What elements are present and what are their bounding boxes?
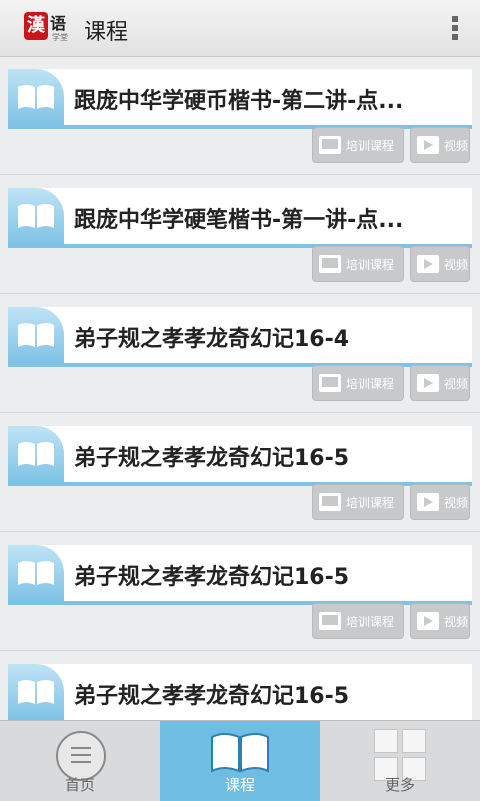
video-play-icon bbox=[417, 136, 439, 154]
video-play-icon bbox=[417, 255, 439, 273]
book-icon bbox=[8, 307, 64, 363]
course-card[interactable]: 弟子规之孝孝龙奇幻记16-4 培训课程 视频 bbox=[0, 295, 480, 414]
training-label: 培训课程 bbox=[346, 257, 395, 272]
course-card[interactable]: 弟子规之孝孝龙奇幻记16-5 bbox=[0, 652, 480, 720]
book-icon bbox=[8, 545, 64, 601]
training-label: 培训课程 bbox=[346, 614, 395, 629]
video-label: 视频 bbox=[444, 257, 469, 272]
course-title-band[interactable]: 跟庞中华学硬币楷书-第二讲-点... bbox=[8, 69, 472, 129]
course-title-band[interactable]: 弟子规之孝孝龙奇幻记16-5 bbox=[8, 545, 472, 605]
book-icon bbox=[8, 69, 64, 125]
video-play-icon bbox=[417, 612, 439, 630]
training-label: 培训课程 bbox=[346, 376, 395, 391]
tab-more-label: 更多 bbox=[384, 776, 415, 794]
logo-subtext: 学堂 bbox=[52, 33, 68, 42]
training-label: 培训课程 bbox=[346, 138, 395, 153]
video-play-icon bbox=[417, 493, 439, 511]
course-title-band[interactable]: 跟庞中华学硬笔楷书-第一讲-点... bbox=[8, 188, 472, 248]
page-title: 课程 bbox=[84, 20, 129, 45]
logo-mark: 漢 bbox=[24, 12, 48, 40]
training-course-button[interactable]: 培训课程 bbox=[312, 246, 404, 282]
training-course-button[interactable]: 培训课程 bbox=[312, 127, 404, 163]
tab-courses-label: 课程 bbox=[224, 776, 255, 794]
blackboard-icon bbox=[319, 612, 341, 630]
divider bbox=[0, 412, 480, 413]
training-label: 培训课程 bbox=[346, 495, 395, 510]
blackboard-icon bbox=[319, 374, 341, 392]
course-title: 弟子规之孝孝龙奇幻记16-5 bbox=[74, 565, 350, 590]
course-title: 跟庞中华学硬笔楷书-第一讲-点... bbox=[74, 208, 404, 233]
course-card[interactable]: 弟子规之孝孝龙奇幻记16-5 培训课程 视频 bbox=[0, 533, 480, 652]
training-course-button[interactable]: 培训课程 bbox=[312, 365, 404, 401]
divider bbox=[0, 174, 480, 175]
course-title-band[interactable]: 弟子规之孝孝龙奇幻记16-4 bbox=[8, 307, 472, 367]
course-title-band[interactable]: 弟子规之孝孝龙奇幻记16-5 bbox=[8, 426, 472, 486]
course-list[interactable]: 跟庞中华学硬币楷书-第二讲-点... 培训课程 视频 跟庞中华学硬笔楷书-第一讲… bbox=[0, 57, 480, 720]
training-course-button[interactable]: 培训课程 bbox=[312, 603, 404, 639]
tab-home[interactable]: 首页 bbox=[0, 721, 160, 801]
course-title: 跟庞中华学硬币楷书-第二讲-点... bbox=[74, 89, 404, 114]
top-app-bar: 漢 语 学堂 课程 bbox=[0, 0, 480, 57]
video-button[interactable]: 视频 bbox=[410, 246, 470, 282]
course-card[interactable]: 跟庞中华学硬币楷书-第二讲-点... 培训课程 视频 bbox=[0, 57, 480, 176]
open-book-icon bbox=[211, 733, 269, 773]
video-button[interactable]: 视频 bbox=[410, 365, 470, 401]
bottom-tab-bar: 首页 课程 更多 bbox=[0, 720, 480, 801]
video-button[interactable]: 视频 bbox=[410, 484, 470, 520]
course-card[interactable]: 弟子规之孝孝龙奇幻记16-5 培训课程 视频 bbox=[0, 414, 480, 533]
video-button[interactable]: 视频 bbox=[410, 603, 470, 639]
divider bbox=[0, 531, 480, 532]
course-card[interactable]: 跟庞中华学硬笔楷书-第一讲-点... 培训课程 视频 bbox=[0, 176, 480, 295]
course-title: 弟子规之孝孝龙奇幻记16-4 bbox=[74, 327, 350, 352]
course-title: 弟子规之孝孝龙奇幻记16-5 bbox=[74, 446, 350, 471]
overflow-menu-icon[interactable] bbox=[450, 14, 460, 42]
course-title: 弟子规之孝孝龙奇幻记16-5 bbox=[74, 684, 350, 709]
video-label: 视频 bbox=[444, 495, 469, 510]
blackboard-icon bbox=[319, 136, 341, 154]
video-play-icon bbox=[417, 374, 439, 392]
video-label: 视频 bbox=[444, 138, 469, 153]
logo-text: 语 bbox=[50, 14, 67, 33]
blackboard-icon bbox=[319, 255, 341, 273]
book-icon bbox=[8, 188, 64, 244]
divider bbox=[0, 650, 480, 651]
book-icon bbox=[8, 426, 64, 482]
video-button[interactable]: 视频 bbox=[410, 127, 470, 163]
book-icon bbox=[8, 664, 64, 720]
tab-courses[interactable]: 课程 bbox=[160, 721, 320, 801]
tab-more[interactable]: 更多 bbox=[320, 721, 480, 801]
app-logo: 漢 语 学堂 bbox=[24, 10, 80, 46]
divider bbox=[0, 293, 480, 294]
training-course-button[interactable]: 培训课程 bbox=[312, 484, 404, 520]
course-title-band[interactable]: 弟子规之孝孝龙奇幻记16-5 bbox=[8, 664, 472, 720]
blackboard-icon bbox=[319, 493, 341, 511]
video-label: 视频 bbox=[444, 614, 469, 629]
video-label: 视频 bbox=[444, 376, 469, 391]
tab-home-label: 首页 bbox=[64, 776, 95, 794]
